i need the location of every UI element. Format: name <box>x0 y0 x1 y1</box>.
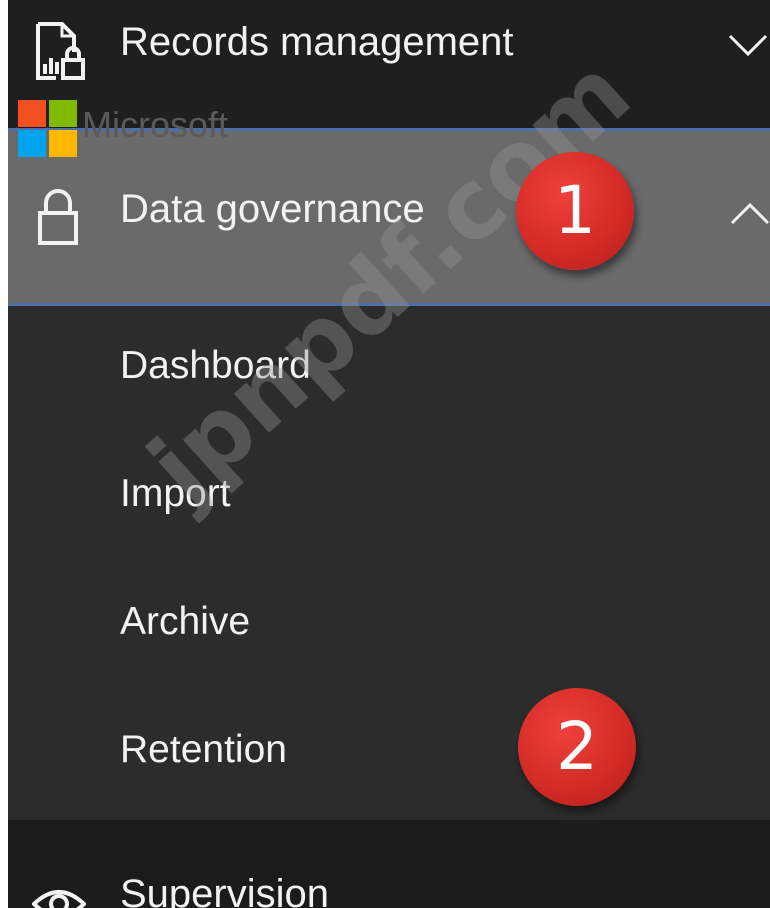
eye-icon <box>31 886 87 908</box>
submenu-item-label: Import <box>120 472 231 515</box>
nav-item-label: Supervision <box>120 872 330 908</box>
chevron-down-icon[interactable] <box>728 32 768 58</box>
microsoft-logo <box>18 100 78 158</box>
records-icon <box>34 22 86 80</box>
submenu-item-archive[interactable]: Archive <box>8 562 770 690</box>
submenu-item-import[interactable]: Import <box>8 434 770 562</box>
chevron-up-icon[interactable] <box>730 201 770 227</box>
nav-item-data-governance[interactable]: Data governance <box>8 128 770 306</box>
navigation-panel: Records management Data governance Micro… <box>8 0 770 908</box>
microsoft-wordmark: Microsoft <box>82 104 229 145</box>
submenu-item-retention[interactable]: Retention <box>8 690 770 818</box>
lock-icon <box>38 189 78 245</box>
annotation-badge-2: 2 <box>518 688 636 806</box>
submenu-item-label: Archive <box>120 600 251 643</box>
nav-item-label: Data governance <box>120 187 425 231</box>
submenu-item-label: Retention <box>120 728 287 771</box>
submenu-item-dashboard[interactable]: Dashboard <box>8 306 770 434</box>
nav-item-supervision[interactable]: Supervision <box>8 820 770 908</box>
nav-item-label: Records management <box>120 20 514 64</box>
submenu-item-label: Dashboard <box>120 344 311 387</box>
data-governance-submenu: Dashboard Import Archive Retention <box>8 306 770 820</box>
annotation-badge-1: 1 <box>516 152 634 270</box>
